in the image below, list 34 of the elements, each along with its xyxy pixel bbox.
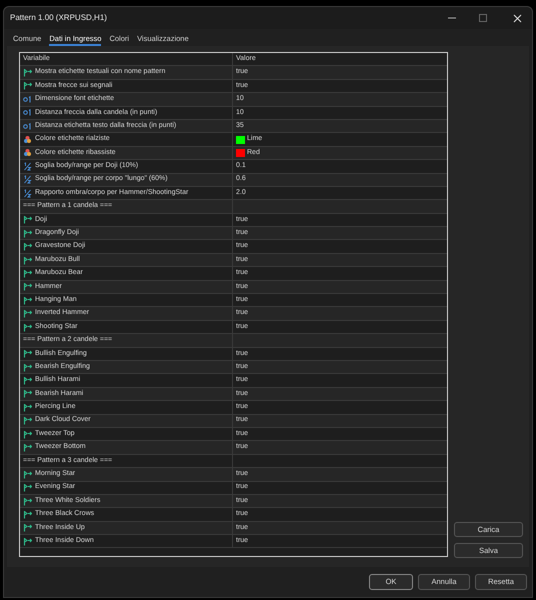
flag-arrow-icon — [23, 309, 32, 318]
flag-arrow-icon — [23, 510, 32, 519]
flag-arrow-icon — [23, 256, 32, 265]
flag-arrow-icon — [23, 81, 32, 90]
flag-arrow-icon — [23, 322, 32, 332]
flag-arrow-icon — [23, 389, 32, 398]
flag-arrow-icon — [23, 536, 32, 546]
integer-icon — [23, 108, 32, 118]
fraction-icon — [23, 188, 32, 198]
window-title: Pattern 1.00 (XRPUSD,H1) — [10, 12, 108, 24]
flag-arrow-icon — [23, 282, 32, 292]
flag-arrow-icon — [23, 242, 32, 252]
flag-arrow-icon — [23, 443, 32, 452]
flag-arrow-icon — [23, 268, 32, 278]
flag-arrow-icon — [23, 523, 32, 532]
integer-icon — [23, 94, 32, 104]
flag-arrow-icon — [23, 430, 32, 439]
flag-arrow-icon — [23, 416, 32, 426]
flag-arrow-icon — [23, 496, 32, 506]
fraction-icon — [23, 162, 32, 171]
flag-arrow-icon — [23, 402, 32, 412]
fraction-icon — [23, 175, 32, 184]
integer-icon — [23, 122, 32, 131]
flag-arrow-icon — [23, 349, 32, 358]
maximize-icon[interactable] — [479, 14, 487, 22]
flag-arrow-icon — [23, 483, 32, 492]
flag-arrow-icon — [23, 215, 32, 224]
flag-arrow-icon — [23, 376, 32, 386]
flag-arrow-icon — [23, 362, 32, 372]
close-icon[interactable] — [513, 14, 522, 22]
flag-arrow-icon — [23, 68, 32, 78]
flag-arrow-icon — [23, 470, 32, 479]
flag-arrow-icon — [23, 296, 32, 305]
flag-arrow-icon — [23, 228, 32, 238]
